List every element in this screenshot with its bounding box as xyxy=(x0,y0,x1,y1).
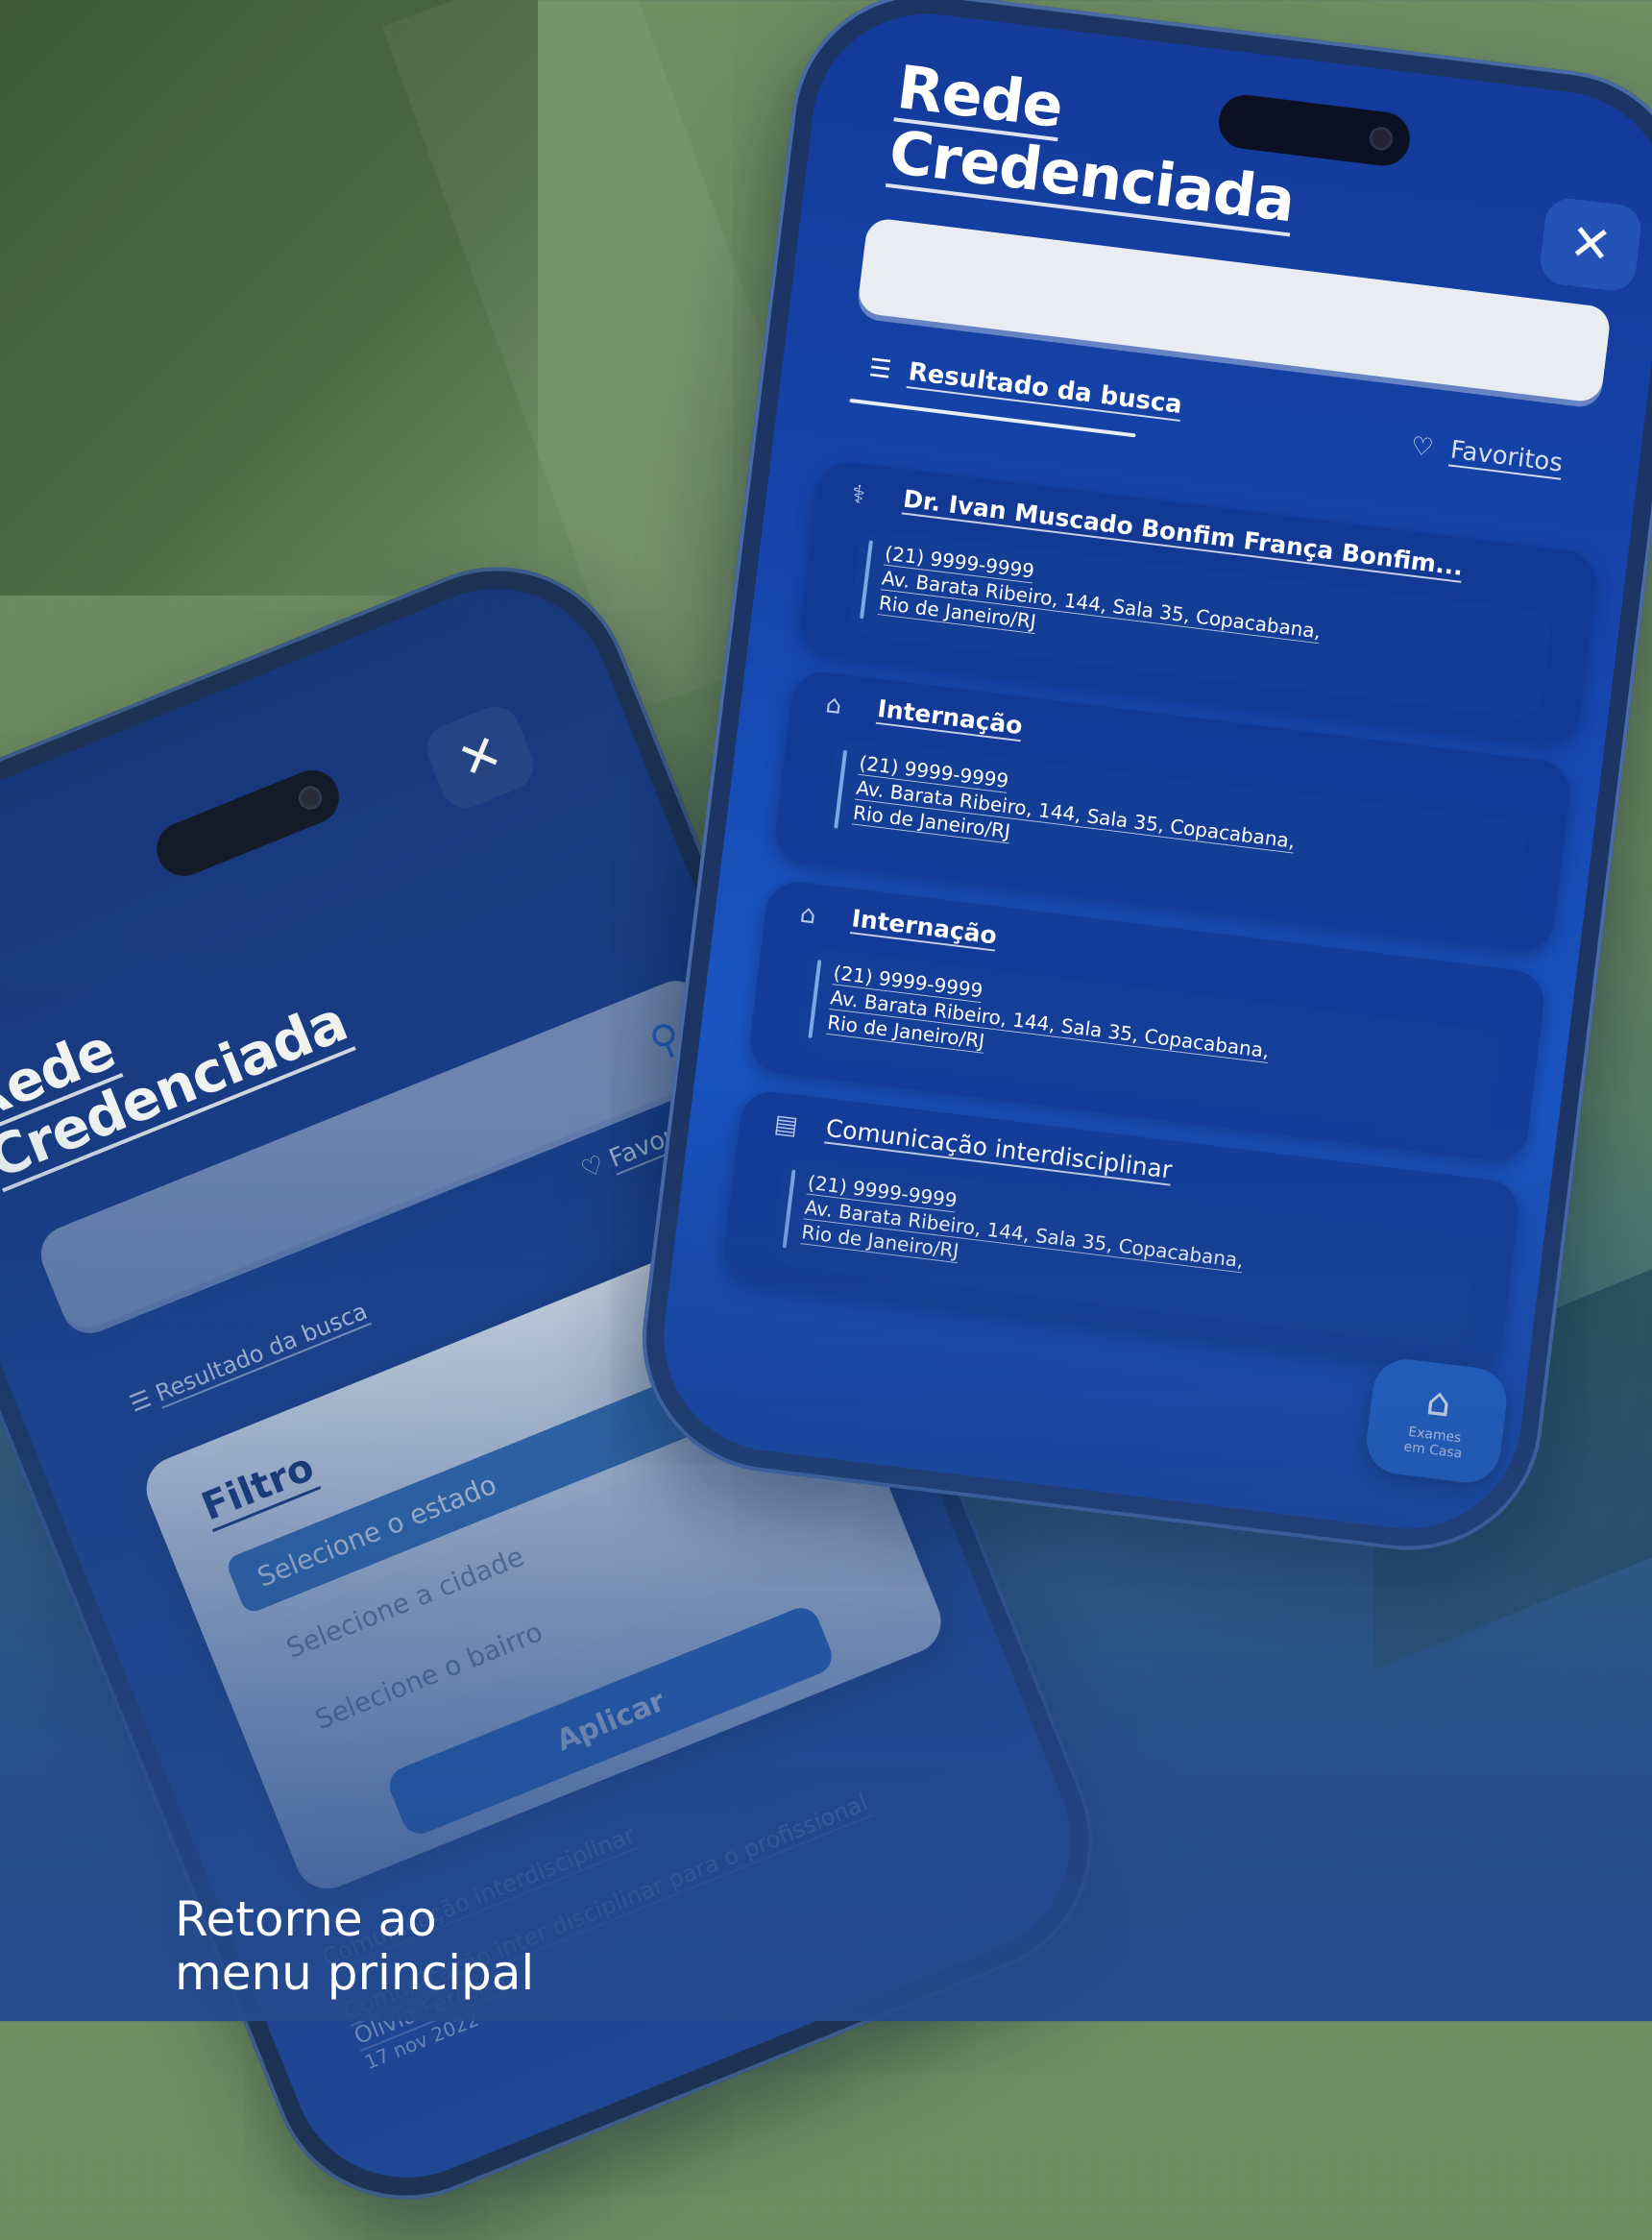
heart-icon: ♡ xyxy=(1409,431,1436,464)
tab-search-results[interactable]: ☰ Resultado da busca xyxy=(867,353,1184,422)
dynamic-island xyxy=(148,762,348,885)
back-to-main-menu-link[interactable]: Retorne ao menu principal xyxy=(175,1892,534,2000)
filter-title: Filtro xyxy=(195,1445,322,1533)
close-icon: ✕ xyxy=(1566,213,1616,277)
hospital-icon: ⌂ xyxy=(798,899,818,931)
page-title: Rede Credenciada xyxy=(885,51,1299,237)
house-icon: ⌂ xyxy=(1423,1378,1454,1426)
document-icon: ▤ xyxy=(772,1109,800,1141)
tab-favorites[interactable]: ♡ Favoritos xyxy=(1409,431,1565,480)
home-exams-label: Exames em Casa xyxy=(1402,1424,1464,1462)
list-icon: ☰ xyxy=(867,353,893,385)
close-button[interactable]: ✕ xyxy=(419,698,542,816)
stethoscope-icon: ⚕ xyxy=(849,479,867,511)
result-details: (21) 9999-9999 Av. Barata Ribeiro, 144, … xyxy=(770,1157,1476,1350)
home-exams-button[interactable]: ⌂ Exames em Casa xyxy=(1362,1355,1511,1487)
right-phone: Rede Credenciada ✕ ☰ Resultado da busca … xyxy=(627,0,1652,1566)
hospital-icon: ⌂ xyxy=(824,690,844,721)
close-icon: ✕ xyxy=(449,722,511,792)
right-phone-screen: Rede Credenciada ✕ ☰ Resultado da busca … xyxy=(650,0,1652,1543)
close-button[interactable]: ✕ xyxy=(1538,195,1644,294)
